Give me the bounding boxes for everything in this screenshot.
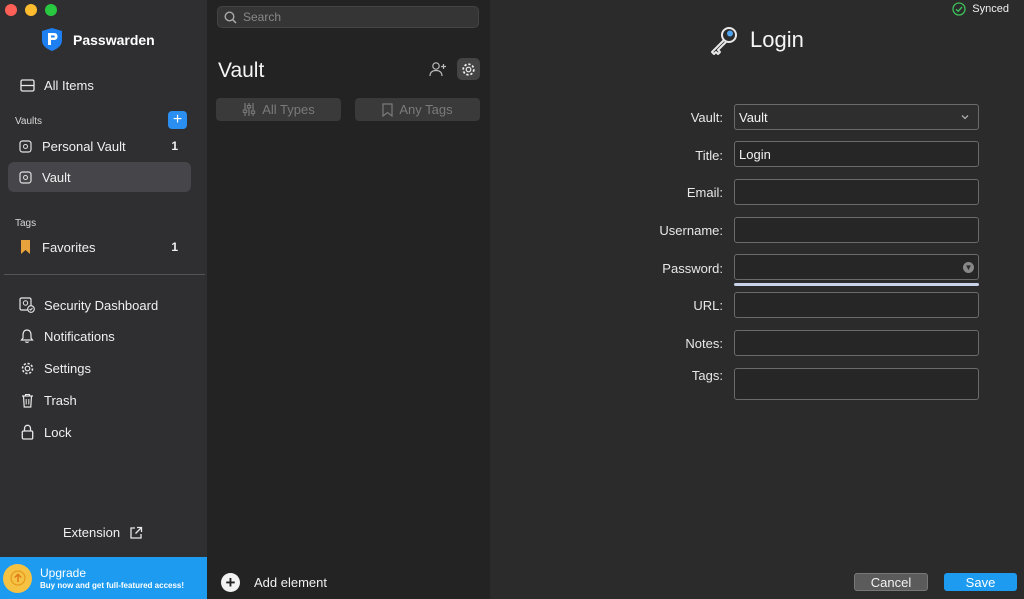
search-placeholder: Search xyxy=(243,10,282,24)
upgrade-banner[interactable]: Upgrade Buy now and get full-featured ac… xyxy=(0,557,207,599)
sidebar-item-notifications[interactable]: Notifications xyxy=(8,321,191,351)
upgrade-subtitle: Buy now and get full-featured access! xyxy=(40,581,185,590)
password-field-label: Password: xyxy=(662,261,723,276)
tags-field[interactable] xyxy=(734,368,979,400)
add-vault-button[interactable]: + xyxy=(168,111,187,129)
add-element-button[interactable]: + Add element xyxy=(221,573,327,592)
sidebar-item-personal-vault[interactable]: Personal Vault 1 xyxy=(8,131,191,161)
sidebar-item-label: Personal Vault xyxy=(42,138,126,154)
title-field[interactable]: Login xyxy=(734,141,979,167)
sidebar-item-label: Trash xyxy=(44,392,77,408)
upgrade-arrow-icon xyxy=(3,563,32,593)
gear-icon xyxy=(462,62,475,76)
zoom-window-button[interactable] xyxy=(45,4,57,16)
filter-label: All Types xyxy=(262,102,315,117)
chevron-down-icon xyxy=(961,115,969,120)
save-button[interactable]: Save xyxy=(944,573,1017,591)
add-user-icon xyxy=(428,62,446,77)
extension-link[interactable]: Extension xyxy=(63,525,143,540)
sidebar-item-security-dashboard[interactable]: Security Dashboard xyxy=(8,290,191,320)
item-detail-pane: Synced Login Vault: Vault Title: Login E… xyxy=(490,0,1024,599)
add-element-label: Add element xyxy=(254,575,327,590)
search-icon xyxy=(224,10,237,24)
tags-field-label: Tags: xyxy=(691,368,723,383)
item-count: 1 xyxy=(171,139,178,153)
bell-icon xyxy=(19,328,35,344)
plus-circle-icon: + xyxy=(221,573,240,592)
vault-icon xyxy=(17,138,33,154)
close-window-button[interactable] xyxy=(5,4,17,16)
gear-icon xyxy=(19,360,35,376)
title-field-label: Title: xyxy=(695,148,723,163)
sidebar-item-label: Settings xyxy=(44,360,91,376)
sidebar-item-label: Favorites xyxy=(42,239,96,255)
sidebar-item-lock[interactable]: Lock xyxy=(8,417,191,447)
sidebar: Passwarden All Items Vaults + Personal V… xyxy=(0,0,207,599)
key-icon xyxy=(711,27,737,55)
item-count: 1 xyxy=(171,240,178,254)
app-name: Passwarden xyxy=(73,31,155,48)
check-circle-icon xyxy=(952,2,966,16)
vault-select-value: Vault xyxy=(739,109,768,125)
cancel-button[interactable]: Cancel xyxy=(854,573,928,591)
security-dashboard-icon xyxy=(19,297,35,313)
upgrade-title: Upgrade xyxy=(40,566,87,580)
search-input[interactable]: Search xyxy=(217,6,479,28)
username-field[interactable] xyxy=(734,217,979,243)
sidebar-item-all-items[interactable]: All Items xyxy=(8,70,191,100)
generate-password-icon[interactable]: ▼ xyxy=(963,262,974,273)
bookmark-icon xyxy=(382,102,393,117)
extension-label: Extension xyxy=(63,525,121,540)
vault-icon xyxy=(17,169,33,185)
username-field-label: Username: xyxy=(659,223,723,238)
password-strength-bar xyxy=(734,283,979,286)
minimize-window-button[interactable] xyxy=(25,4,37,16)
sync-status-label: Synced xyxy=(972,3,1009,15)
list-title: Vault xyxy=(218,59,265,82)
sync-status: Synced xyxy=(952,2,1009,16)
sidebar-item-favorites[interactable]: Favorites 1 xyxy=(8,232,191,262)
item-title: Login xyxy=(750,27,804,52)
email-field[interactable] xyxy=(734,179,979,205)
url-field[interactable] xyxy=(734,292,979,318)
filter-label: Any Tags xyxy=(399,102,453,117)
sidebar-item-label: Vault xyxy=(42,169,71,185)
share-vault-button[interactable] xyxy=(426,58,449,80)
upgrade-text: Upgrade Buy now and get full-featured ac… xyxy=(40,566,184,590)
filter-any-tags[interactable]: Any Tags xyxy=(355,98,480,121)
all-items-icon xyxy=(19,77,35,93)
bookmark-icon xyxy=(17,239,33,255)
password-field[interactable]: ▼ xyxy=(734,254,979,280)
vaults-section-label: Vaults xyxy=(15,116,43,127)
sidebar-item-label: All Items xyxy=(44,77,94,93)
tags-section-label: Tags xyxy=(15,218,37,229)
lock-icon xyxy=(19,424,35,440)
filter-all-types[interactable]: All Types xyxy=(216,98,341,121)
item-header: Login xyxy=(708,24,804,56)
passwarden-logo-icon xyxy=(42,28,62,51)
sidebar-item-vault[interactable]: Vault xyxy=(8,162,191,192)
brand: Passwarden xyxy=(42,28,155,51)
email-field-label: Email: xyxy=(686,185,723,200)
vault-select[interactable]: Vault xyxy=(734,104,979,130)
window-controls xyxy=(5,4,57,16)
item-list-pane: Search Vault All Types Any Tags + Add el… xyxy=(207,0,490,599)
sidebar-item-trash[interactable]: Trash xyxy=(8,385,191,415)
vault-settings-button[interactable] xyxy=(457,58,480,80)
sidebar-item-label: Notifications xyxy=(44,328,115,344)
sidebar-item-settings[interactable]: Settings xyxy=(8,353,191,383)
sidebar-item-label: Lock xyxy=(44,424,72,440)
trash-icon xyxy=(19,392,35,408)
external-link-icon xyxy=(130,526,143,539)
vault-field-label: Vault: xyxy=(690,110,723,125)
url-field-label: URL: xyxy=(693,298,723,313)
sidebar-item-label: Security Dashboard xyxy=(44,297,159,313)
notes-field[interactable] xyxy=(734,330,979,356)
notes-field-label: Notes: xyxy=(685,336,723,351)
sliders-icon xyxy=(243,103,256,116)
sidebar-divider xyxy=(4,274,205,275)
